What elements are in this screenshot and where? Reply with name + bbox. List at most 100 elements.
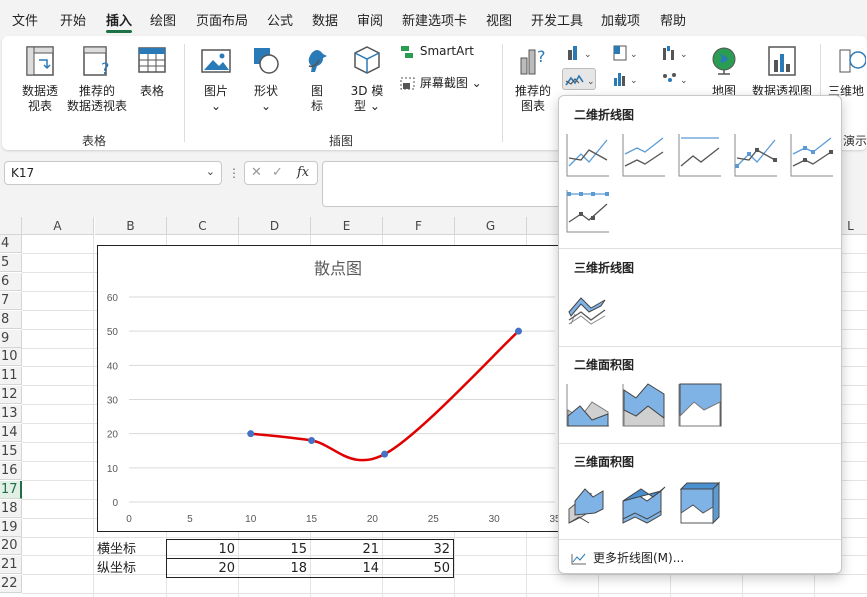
smartart-button[interactable]: SmartArt (400, 44, 474, 59)
tab-page-layout[interactable]: 页面布局 (196, 10, 248, 29)
row-header[interactable]: 11 (0, 367, 22, 386)
chevron-down-icon[interactable]: ⌄ (206, 165, 215, 178)
column-chart-button[interactable]: ⌄ (562, 42, 596, 64)
tab-view[interactable]: 视图 (486, 10, 512, 29)
formula-input[interactable] (322, 161, 562, 207)
pictures-button[interactable]: 图片 ⌄ (198, 44, 234, 114)
column-chart-icon: ⌄ (568, 46, 592, 60)
screenshot-label: 屏幕截图 (419, 76, 468, 90)
menu-tabs: 文件 开始 插入 绘图 页面布局 公式 数据 审阅 新建选项卡 视图 开发工具 … (0, 0, 867, 36)
table-cell[interactable]: 14 (311, 559, 383, 578)
stacked-area-option[interactable] (621, 382, 667, 428)
waterfall-chart-button[interactable]: ⌄ (658, 42, 692, 64)
insert-function-icon[interactable]: fx (297, 165, 309, 180)
table-cell[interactable]: 18 (239, 559, 311, 578)
y-tick-label: 40 (107, 361, 119, 372)
row-header[interactable]: 17 (0, 480, 22, 499)
cancel-icon[interactable]: ✕ (251, 165, 262, 180)
statistic-chart-button[interactable]: ⌄ (608, 68, 642, 90)
3d-percent-area-option[interactable] (677, 479, 723, 525)
3d-stacked-area-option[interactable] (621, 479, 667, 525)
table-cell[interactable]: 50 (383, 559, 454, 578)
row-header[interactable]: 22 (0, 575, 22, 594)
cube-icon (354, 46, 380, 74)
scatter-chart[interactable]: 散点图 0 10 20 30 40 50 60 0 5 10 15 20 25 30 35 (97, 245, 561, 532)
column-header[interactable]: C (167, 217, 239, 235)
tab-help[interactable]: 帮助 (660, 10, 686, 29)
select-all-corner[interactable] (0, 217, 22, 235)
3d-area-option[interactable] (565, 479, 611, 525)
column-header[interactable]: E (311, 217, 383, 235)
row-header[interactable]: 7 (0, 291, 22, 310)
line-with-markers-option[interactable] (733, 132, 779, 178)
name-box[interactable]: K17 ⌄ (4, 161, 222, 185)
table-cell[interactable]: 21 (311, 540, 383, 559)
tab-review[interactable]: 审阅 (357, 10, 383, 29)
stacked-line-option[interactable] (621, 132, 667, 178)
row-header[interactable]: 15 (0, 442, 22, 461)
recommended-pivot-button[interactable]: ? 推荐的 数据透视表 (62, 44, 132, 114)
tab-new[interactable]: 新建选项卡 (402, 10, 467, 29)
line-chart-option[interactable] (565, 132, 611, 178)
screenshot-button[interactable]: 屏幕截图 ⌄ (400, 74, 482, 91)
row-header[interactable]: 21 (0, 556, 22, 575)
confirm-icon[interactable]: ✓ (272, 165, 283, 180)
percent-area-option[interactable] (677, 382, 723, 428)
tab-formulas[interactable]: 公式 (267, 10, 293, 29)
recommended-charts-button[interactable]: ? 推荐的 图表 (510, 44, 556, 114)
line-chart-dropdown: 二维折线图 三维折线图 二维面积图 三维面积图 更多折线图(M)... (558, 95, 842, 574)
table-icon (138, 47, 166, 73)
pivot-table-button[interactable]: 数据透 视表 (14, 44, 66, 114)
percent-line-markers-option[interactable] (565, 188, 611, 234)
row-header[interactable]: 16 (0, 461, 22, 480)
line-chart-button[interactable]: ⌄ (562, 68, 596, 90)
x-label-cell[interactable]: 横坐标 (97, 540, 136, 559)
formula-controls: ✕ ✓ fx (244, 161, 318, 185)
tab-home[interactable]: 开始 (60, 10, 86, 29)
column-header[interactable]: F (383, 217, 455, 235)
column-header[interactable]: D (239, 217, 311, 235)
icons-button[interactable]: 图 标 (300, 44, 334, 114)
column-header[interactable]: G (455, 217, 527, 235)
row-header[interactable]: 9 (0, 329, 22, 348)
row-header[interactable]: 4 (0, 235, 22, 253)
pivot-chart-button[interactable]: 数据透视图 (746, 44, 818, 99)
tab-data[interactable]: 数据 (312, 10, 338, 29)
tab-insert[interactable]: 插入 (106, 10, 132, 29)
3d-models-button[interactable]: 3D 模 型 ⌄ (346, 44, 388, 114)
area-option[interactable] (565, 382, 611, 428)
combo-chart-button[interactable]: ⌄ (658, 68, 692, 90)
row-header[interactable]: 20 (0, 537, 22, 556)
map-chart-button[interactable]: 地图 (704, 44, 744, 99)
percent-stacked-line-option[interactable] (677, 132, 723, 178)
3d-line-option[interactable] (565, 284, 611, 330)
y-label-cell[interactable]: 纵坐标 (97, 559, 136, 578)
icons-label: 图 标 (310, 84, 323, 113)
row-header[interactable]: 6 (0, 272, 22, 291)
more-line-charts-link[interactable]: 更多折线图(M)... (571, 549, 684, 566)
hierarchy-chart-button[interactable]: ⌄ (608, 42, 642, 64)
table-cell[interactable]: 10 (166, 540, 239, 559)
row-header[interactable]: 12 (0, 386, 22, 405)
shapes-button[interactable]: 形状 ⌄ (248, 44, 284, 114)
table-cell[interactable]: 20 (166, 559, 239, 578)
row-header[interactable]: 18 (0, 499, 22, 518)
tab-file[interactable]: 文件 (12, 10, 38, 29)
tab-addins[interactable]: 加载项 (601, 10, 640, 29)
column-header[interactable]: B (95, 217, 167, 235)
stacked-line-markers-option[interactable] (789, 132, 835, 178)
row-header[interactable]: 10 (0, 348, 22, 367)
row-header[interactable]: 19 (0, 518, 22, 537)
table-cell[interactable]: 32 (383, 540, 454, 559)
row-header[interactable]: 14 (0, 424, 22, 442)
row-header[interactable]: 13 (0, 405, 22, 424)
table-cell[interactable]: 15 (239, 540, 311, 559)
tab-draw[interactable]: 绘图 (150, 10, 176, 29)
x-tick-label: 25 (428, 514, 440, 525)
formula-bar-menu-icon[interactable]: ⋮ (228, 166, 240, 180)
row-header[interactable]: 8 (0, 310, 22, 329)
row-header[interactable]: 5 (0, 253, 22, 272)
tab-developer[interactable]: 开发工具 (531, 10, 583, 29)
table-button[interactable]: 表格 (132, 44, 172, 99)
column-header[interactable]: A (22, 217, 94, 235)
